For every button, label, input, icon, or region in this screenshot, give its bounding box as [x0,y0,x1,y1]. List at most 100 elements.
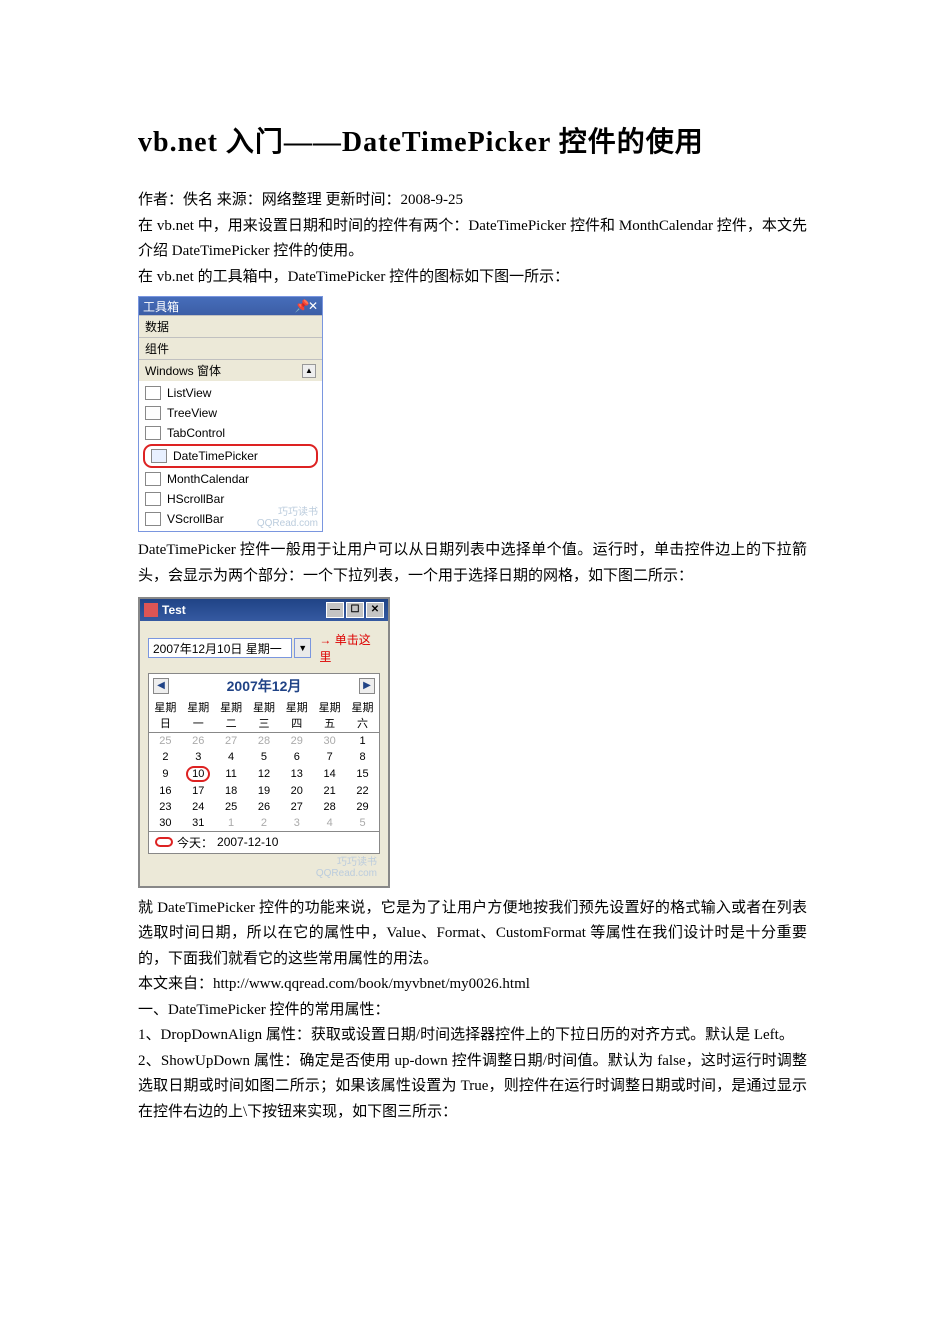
calendar-day[interactable]: 27 [215,733,248,749]
paragraph-4: 就 DateTimePicker 控件的功能来说，它是为了让用户方便地按我们预先… [138,896,807,973]
calendar-day[interactable]: 9 [149,765,182,783]
datetimepicker-icon [151,449,167,463]
toolbox-item-hscrollbar[interactable]: HScrollBar [139,489,322,509]
toolbox-section-data[interactable]: 数据 [139,315,322,337]
calendar-day[interactable]: 17 [182,783,215,799]
toolbox-item-label: VScrollBar [167,512,224,526]
toolbox-item-treeview[interactable]: TreeView [139,403,322,423]
calendar-day[interactable]: 25 [215,799,248,815]
monthcalendar-icon [145,472,161,486]
paragraph-3: DateTimePicker 控件一般用于让用户可以从日期列表中选择单个值。运行… [138,538,807,589]
calendar-day[interactable]: 20 [280,783,313,799]
toolbox-section-winforms[interactable]: Windows 窗体 ▲ [139,359,322,381]
toolbox-item-label: HScrollBar [167,492,224,506]
toolbox-item-label: TabControl [167,426,225,440]
listview-icon [145,386,161,400]
calendar-day[interactable]: 18 [215,783,248,799]
calendar-day[interactable]: 8 [346,749,379,765]
calendar-day[interactable]: 22 [346,783,379,799]
calendar-day[interactable]: 2 [248,815,281,831]
source-url-line: 本文来自：http://www.qqread.com/book/myvbnet/… [138,972,807,998]
calendar-day[interactable]: 3 [182,749,215,765]
today-marker-icon [155,837,173,847]
calendar-day[interactable]: 21 [313,783,346,799]
calendar-day[interactable]: 30 [149,815,182,831]
month-title: 2007年12月 [227,676,302,696]
calendar-day[interactable]: 6 [280,749,313,765]
toolbox-item-datetimepicker[interactable]: DateTimePicker [143,444,318,468]
calendar-day[interactable]: 28 [313,799,346,815]
calendar-day[interactable]: 2 [149,749,182,765]
intro-paragraph-1: 在 vb.net 中，用来设置日期和时间的控件有两个：DateTimePicke… [138,214,807,265]
today-label: 今天： [177,834,213,851]
toolbox-section-components[interactable]: 组件 [139,337,322,359]
close-button[interactable]: ✕ [366,602,384,618]
callout-label: → 单击这里 [319,631,380,665]
toolbox-item-vscrollbar[interactable]: VScrollBar [139,509,322,529]
calendar-day[interactable]: 11 [215,765,248,783]
prev-month-button[interactable]: ◀ [153,678,169,694]
calendar-day[interactable]: 29 [346,799,379,815]
calendar-day[interactable]: 5 [346,815,379,831]
meta-line: 作者：佚名 来源：网络整理 更新时间：2008-9-25 [138,188,807,214]
calendar-day[interactable]: 26 [182,733,215,749]
section-heading: 一、DateTimePicker 控件的常用属性： [138,998,807,1024]
article-title: vb.net 入门——DateTimePicker 控件的使用 [138,120,807,160]
pin-icon[interactable]: 📌 [295,299,305,313]
toolbox-item-label: MonthCalendar [167,472,249,486]
calendar-day[interactable]: 4 [313,815,346,831]
hscrollbar-icon [145,492,161,506]
weekday-header: 星期一 [182,698,215,733]
toolbox-item-listview[interactable]: ListView [139,383,322,403]
calendar-day[interactable]: 31 [182,815,215,831]
calendar-day[interactable]: 30 [313,733,346,749]
next-month-button[interactable]: ▶ [359,678,375,694]
toolbox-item-monthcalendar[interactable]: MonthCalendar [139,469,322,489]
vscrollbar-icon [145,512,161,526]
arrow-icon: → [319,633,331,647]
tabcontrol-icon [145,426,161,440]
intro-paragraph-2: 在 vb.net 的工具箱中，DateTimePicker 控件的图标如下图一所… [138,265,807,291]
calendar-day[interactable]: 5 [248,749,281,765]
calendar-day[interactable]: 24 [182,799,215,815]
calendar-popup: ◀ 2007年12月 ▶ 星期日星期一星期二星期三星期四星期五星期六 25262… [148,673,380,854]
maximize-button[interactable]: ☐ [346,602,364,618]
calendar-day[interactable]: 1 [215,815,248,831]
toolbox-panel: 工具箱 📌 ✕ 数据 组件 Windows 窗体 ▲ ListViewTreeV… [138,296,323,532]
today-date: 2007-12-10 [217,835,278,849]
scroll-up-icon[interactable]: ▲ [302,364,316,378]
prop-2: 2、ShowUpDown 属性：确定是否使用 up-down 控件调整日期/时间… [138,1049,807,1126]
calendar-day[interactable]: 4 [215,749,248,765]
toolbox-item-tabcontrol[interactable]: TabControl [139,423,322,443]
toolbox-item-label: DateTimePicker [173,449,258,463]
calendar-day[interactable]: 25 [149,733,182,749]
calendar-day[interactable]: 16 [149,783,182,799]
calendar-day[interactable]: 26 [248,799,281,815]
calendar-day[interactable]: 3 [280,815,313,831]
calendar-day[interactable]: 23 [149,799,182,815]
minimize-button[interactable]: — [326,602,344,618]
window-title: Test [162,603,186,617]
calendar-day[interactable]: 27 [280,799,313,815]
calendar-day[interactable]: 15 [346,765,379,783]
datetimepicker-field[interactable]: 2007年12月10日 星期一 [148,638,292,658]
app-icon [144,603,158,617]
toolbox-title: 工具箱 [143,298,179,315]
calendar-day[interactable]: 13 [280,765,313,783]
calendar-day[interactable]: 19 [248,783,281,799]
calendar-today-footer[interactable]: 今天： 2007-12-10 [149,831,379,853]
calendar-day[interactable]: 14 [313,765,346,783]
calendar-grid: 星期日星期一星期二星期三星期四星期五星期六 252627282930123456… [149,698,379,831]
calendar-day[interactable]: 29 [280,733,313,749]
close-icon[interactable]: ✕ [308,299,318,313]
calendar-day[interactable]: 7 [313,749,346,765]
weekday-header: 星期二 [215,698,248,733]
calendar-day[interactable]: 12 [248,765,281,783]
calendar-day[interactable]: 28 [248,733,281,749]
dropdown-button[interactable]: ▼ [294,638,311,658]
calendar-day[interactable]: 1 [346,733,379,749]
calendar-day[interactable]: 10 [182,765,215,783]
weekday-header: 星期三 [248,698,281,733]
weekday-header: 星期四 [280,698,313,733]
weekday-header: 星期日 [149,698,182,733]
